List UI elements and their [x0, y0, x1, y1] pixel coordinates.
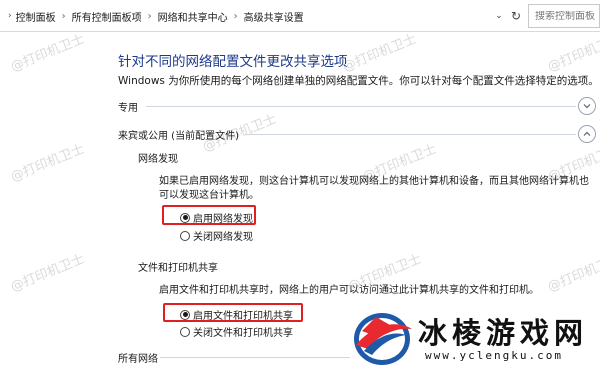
watermark: @打印机卫士 — [8, 31, 87, 75]
disable-network-discovery-radio[interactable]: 关闭网络发现 — [180, 228, 253, 243]
enable-network-discovery-radio[interactable]: 启用网络发现 — [180, 210, 253, 225]
site-logo-url: www.yclengku.com — [425, 349, 563, 362]
refresh-icon[interactable]: ↻ — [507, 6, 525, 26]
radio-label: 关闭网络发现 — [193, 232, 253, 243]
chevron-up-icon — [583, 131, 591, 136]
breadcrumb-expand-icon[interactable]: › — [4, 11, 16, 21]
section-divider — [160, 357, 350, 358]
breadcrumb-control-panel[interactable]: 控制面板 — [16, 9, 56, 24]
radio-button-selected[interactable] — [180, 309, 190, 320]
radio-button[interactable] — [180, 230, 190, 241]
section-divider — [146, 106, 576, 107]
watermark: @打印机卫士 — [8, 141, 87, 185]
network-discovery-heading: 网络发现 — [138, 154, 178, 165]
breadcrumb-advanced-sharing[interactable]: 高级共享设置 — [244, 9, 304, 24]
breadcrumb-all-items[interactable]: 所有控制面板项 — [72, 9, 142, 24]
network-discovery-description: 如果已启用网络发现，则这台计算机可以发现网络上的其他计算机和设备，而且其他网络计… — [159, 176, 589, 201]
radio-label: 关闭文件和打印机共享 — [193, 328, 293, 339]
section-guest-public-label[interactable]: 来宾或公用 (当前配置文件) — [118, 127, 239, 142]
site-logo-name: 冰棱游戏网 — [418, 316, 589, 350]
breadcrumb-separator-icon[interactable]: › — [142, 11, 158, 22]
file-printer-sharing-heading: 文件和打印机共享 — [138, 263, 218, 274]
page-title: 针对不同的网络配置文件更改共享选项 — [118, 54, 348, 70]
section-private-label[interactable]: 专用 — [118, 99, 138, 114]
address-bar: › 控制面板 › 所有控制面板项 › 网络和共享中心 › 高级共享设置 ⌄ ↻ — [0, 0, 600, 32]
breadcrumb-separator-icon[interactable]: › — [56, 11, 72, 22]
page-description: Windows 为你所使用的每个网络创建单独的网络配置文件。你可以针对每个配置文… — [118, 75, 599, 87]
breadcrumb-separator-icon[interactable]: › — [228, 11, 244, 22]
watermark: @打印机卫士 — [340, 31, 419, 75]
section-divider — [245, 134, 576, 135]
radio-button-selected[interactable] — [180, 212, 190, 223]
breadcrumb: › 控制面板 › 所有控制面板项 › 网络和共享中心 › 高级共享设置 — [4, 6, 304, 26]
address-dropdown-icon[interactable]: ⌄ — [490, 6, 508, 26]
breadcrumb-network-center[interactable]: 网络和共享中心 — [158, 9, 228, 24]
watermark: @打印机卫士 — [8, 251, 87, 295]
enable-file-printer-sharing-radio[interactable]: 启用文件和打印机共享 — [180, 307, 293, 322]
section-all-networks-label[interactable]: 所有网络 — [118, 350, 158, 365]
radio-label: 启用文件和打印机共享 — [193, 311, 293, 322]
radio-button[interactable] — [180, 326, 190, 337]
disable-file-printer-sharing-radio[interactable]: 关闭文件和打印机共享 — [180, 324, 293, 339]
search-box[interactable] — [528, 4, 600, 28]
expand-private-button[interactable] — [578, 97, 596, 115]
chevron-down-icon — [583, 104, 591, 109]
file-printer-sharing-description: 启用文件和打印机共享时，网络上的用户可以访问通过此计算机共享的文件和打印机。 — [159, 285, 539, 296]
search-input[interactable] — [535, 10, 599, 22]
radio-label: 启用网络发现 — [193, 214, 253, 225]
collapse-guest-public-button[interactable] — [578, 125, 596, 143]
watermark: @打印机卫士 — [545, 31, 600, 75]
